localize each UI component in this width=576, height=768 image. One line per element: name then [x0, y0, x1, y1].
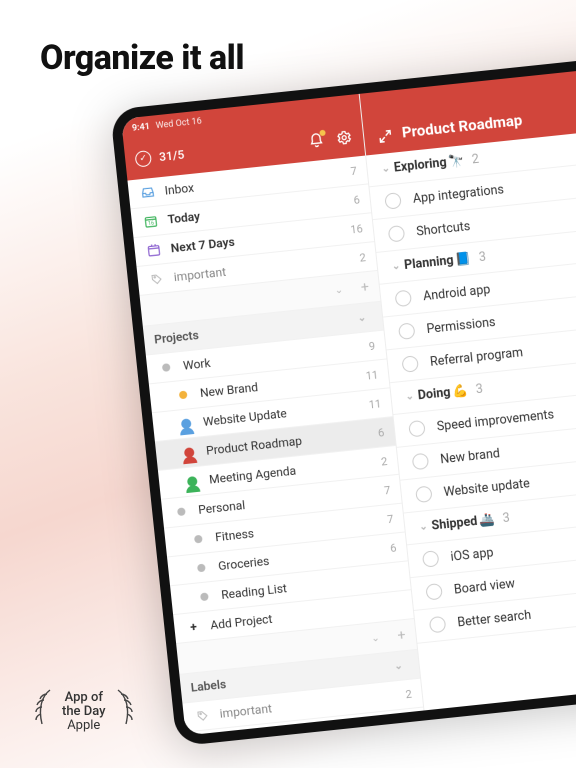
chevron-down-icon[interactable]: ⌄ [394, 660, 403, 672]
person-icon [177, 418, 196, 430]
nav-count: 6 [353, 193, 361, 207]
section-label: Doing [417, 385, 451, 403]
chevron-down-icon[interactable]: ⌄ [391, 261, 400, 273]
status-date: Wed Oct 16 [155, 117, 202, 132]
dot-icon [195, 592, 214, 602]
tag-icon [193, 709, 212, 723]
section-label: Shipped [431, 514, 478, 534]
dot-icon [172, 507, 191, 517]
laurel-right-icon [110, 686, 138, 738]
section-label: Planning [403, 253, 454, 273]
task-checkbox[interactable] [415, 486, 433, 504]
dot-icon [192, 563, 211, 573]
project-count: 2 [380, 454, 388, 468]
task-checkbox[interactable] [401, 355, 419, 373]
task-checkbox[interactable] [398, 322, 416, 340]
chevron-down-icon[interactable]: ⌄ [334, 284, 343, 296]
calendar-icon [144, 242, 163, 258]
badge-line2: the Day [62, 705, 106, 719]
person-icon [180, 447, 199, 459]
task-checkbox[interactable] [412, 453, 430, 471]
project-count: 6 [389, 541, 397, 555]
app-of-the-day-badge: App of the Day Apple [30, 686, 138, 738]
project-count: 11 [368, 397, 382, 411]
nav-count: 2 [359, 251, 367, 265]
laurel-left-icon [30, 686, 58, 738]
task-checkbox[interactable] [388, 225, 406, 243]
badge-line3: Apple [67, 718, 100, 733]
productivity-icon[interactable]: ✓ [134, 150, 152, 168]
project-count: 6 [377, 426, 385, 440]
notifications-icon[interactable] [306, 131, 326, 151]
section-count: 3 [478, 250, 487, 266]
nav-count: 16 [350, 222, 364, 236]
app-screen: 9:41 Wed Oct 16 ✓ 31/5 [121, 54, 576, 735]
chevron-down-icon[interactable]: ⌄ [357, 312, 366, 324]
person-icon [183, 476, 202, 488]
dot-icon [157, 363, 176, 373]
add-icon[interactable]: + [360, 279, 370, 296]
task-checkbox[interactable] [408, 420, 426, 438]
chevron-down-icon[interactable]: ⌄ [419, 521, 428, 533]
book-icon: 📘 [455, 251, 472, 268]
project-count: 7 [386, 512, 394, 526]
status-time: 9:41 [132, 122, 151, 134]
task-checkbox[interactable] [429, 616, 447, 634]
ship-icon: 🚢 [478, 512, 495, 529]
chevron-down-icon[interactable]: ⌄ [381, 163, 390, 175]
productivity-score[interactable]: 31/5 [158, 148, 184, 165]
task-checkbox[interactable] [425, 583, 443, 601]
label-count: 2 [405, 687, 413, 701]
main-title: Product Roadmap [401, 95, 576, 141]
project-count: 9 [368, 339, 376, 353]
project-count: 11 [365, 368, 379, 382]
expand-icon[interactable] [378, 129, 393, 144]
section-count: 3 [475, 382, 484, 398]
settings-icon[interactable] [334, 128, 354, 148]
add-icon[interactable]: + [397, 627, 407, 644]
dot-icon [189, 534, 208, 544]
inbox-icon [138, 185, 157, 201]
section-label: Exploring [393, 155, 447, 175]
project-count: 7 [383, 483, 391, 497]
task-checkbox[interactable] [384, 192, 402, 210]
muscle-icon: 💪 [452, 383, 469, 400]
plus-icon: + [184, 619, 203, 635]
section-count: 2 [471, 152, 480, 168]
badge-line1: App of [62, 691, 106, 705]
svg-text:16: 16 [148, 221, 155, 228]
task-checkbox[interactable] [422, 550, 440, 568]
nav-count: 7 [350, 164, 358, 178]
telescope-icon: 🔭 [448, 153, 465, 170]
headline: Organize it all [40, 38, 244, 78]
section-count: 3 [502, 510, 511, 526]
tag-icon [147, 272, 166, 286]
task-checkbox[interactable] [395, 290, 413, 308]
chevron-down-icon[interactable]: ⌄ [405, 391, 414, 403]
device: 9:41 Wed Oct 16 ✓ 31/5 [110, 43, 576, 746]
dot-icon [174, 390, 193, 400]
chevron-down-icon[interactable]: ⌄ [371, 632, 380, 644]
today-icon: 16 [141, 213, 160, 229]
